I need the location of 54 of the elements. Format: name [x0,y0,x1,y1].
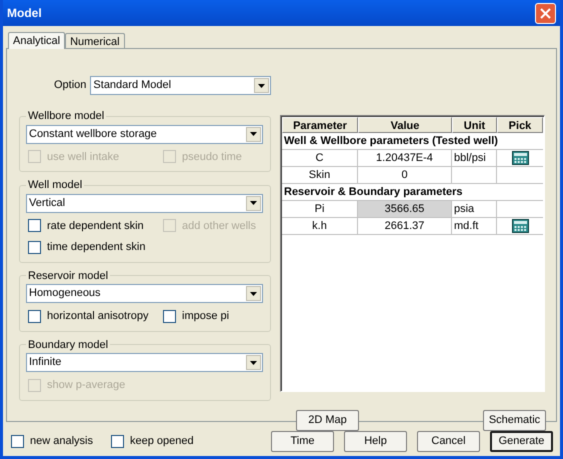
dropdown[interactable]: Constant wellbore storage [26,124,263,144]
checkbox-label: use well intake [47,150,120,164]
calculator-icon[interactable] [512,151,528,165]
table-cell: Skin [282,167,358,183]
table-cell: 0 [358,167,452,183]
window-title: Model [7,5,42,22]
column-header[interactable]: Value [358,117,452,133]
column-header[interactable]: Parameter [282,117,358,133]
checkbox-label: time dependent skin [47,240,146,255]
column-header[interactable]: Unit [452,117,497,133]
dialog-button[interactable]: Help [344,431,407,452]
table-cell: C [282,150,358,166]
table-cell: 3566.65 [358,201,452,217]
dialog-button[interactable]: Cancel [417,431,480,452]
column-header[interactable]: Pick [497,117,543,133]
checkbox[interactable] [28,240,41,254]
checkbox[interactable] [163,310,176,323]
checkbox-label: rate dependent skin [47,218,144,234]
group-title: Boundary model [27,338,110,352]
table-cell: 1.20437E-4 [358,150,452,166]
checkbox[interactable] [28,219,41,232]
group-title: Reservoir model [27,268,110,284]
dialog-button[interactable]: Generate [490,431,553,452]
checkbox[interactable] [28,310,41,323]
dialog-button[interactable]: 2D Map [296,410,359,430]
group-title: Wellbore model [27,109,106,124]
table-cell: 2661.37 [358,218,452,234]
dropdown[interactable]: Standard Model [90,76,271,95]
section-row: Well & Wellbore parameters (Tested well) [282,133,543,150]
calculator-icon[interactable] [512,219,528,233]
close-icon [540,8,551,18]
tab[interactable]: Analytical [8,32,66,49]
checkbox-label: pseudo time [182,150,242,164]
dialog-button[interactable]: Time [271,431,334,452]
table-cell: psia [452,201,497,217]
checkbox-label: new analysis [30,434,93,450]
checkbox-label: horizontal anisotropy [47,309,149,324]
table-cell: bbl/psi [452,150,497,166]
checkbox-label: show p-average [47,378,126,393]
dropdown[interactable]: Infinite [26,353,263,372]
table-cell: k.h [282,218,358,234]
close-button[interactable] [535,2,556,24]
checkbox[interactable] [11,435,24,448]
checkbox-label: impose pi [182,309,230,324]
dropdown[interactable]: Vertical [26,194,263,212]
table-cell: md.ft [452,218,497,234]
checkbox-label: keep opened [130,434,194,450]
tab[interactable]: Numerical [65,33,125,48]
checkbox[interactable] [110,435,124,448]
dropdown[interactable]: Homogeneous [26,284,263,303]
group-title: Well model [27,178,84,193]
checkbox-label: add other wells [182,218,256,234]
option-label: Option [54,78,86,94]
dialog-button[interactable]: Schematic [483,410,546,430]
